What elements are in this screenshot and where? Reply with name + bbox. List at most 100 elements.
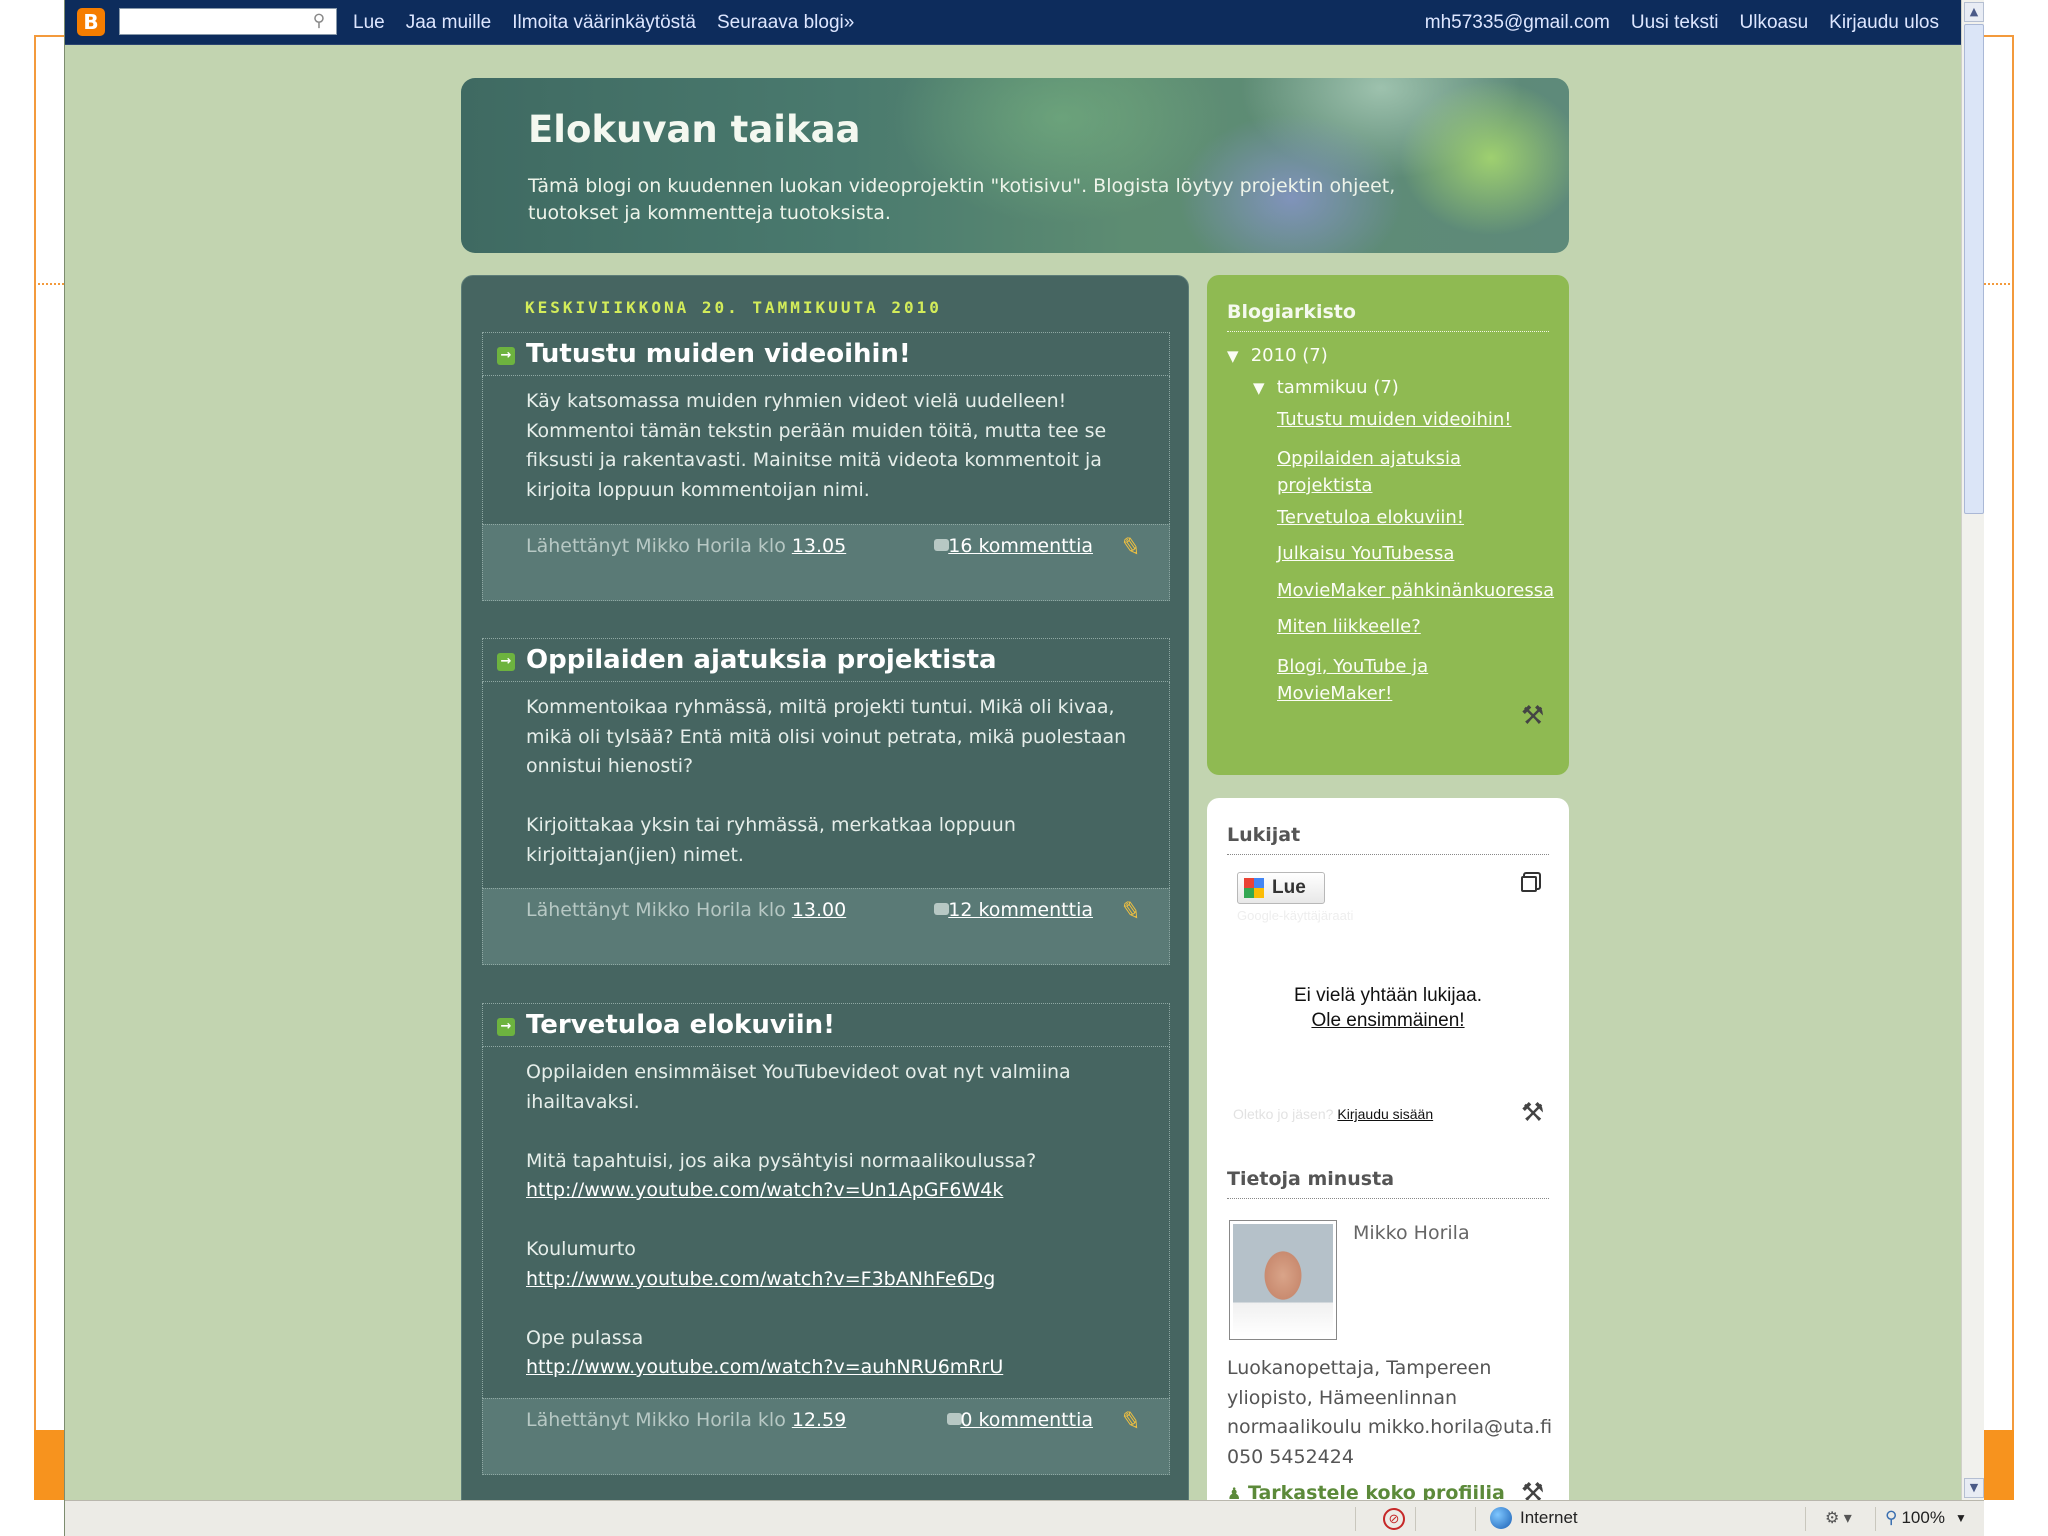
edit-pencil-icon[interactable]: ✎ — [1119, 1405, 1144, 1436]
nav-link-share[interactable]: Jaa muille — [406, 12, 492, 34]
archive-post-link[interactable]: Blogi, YouTube ja MovieMaker! — [1277, 653, 1477, 707]
profile-name: Mikko Horila — [1353, 1222, 1470, 1244]
post-footer: Lähettänyt Mikko Horila klo 12.59 0 komme… — [482, 1398, 1170, 1475]
post-title-bar: → Tutustu muiden videoihin! — [482, 332, 1170, 376]
archive-post-link[interactable]: Tutustu muiden videoihin! — [1277, 409, 1511, 430]
archive-post-link[interactable]: Miten liikkeelle? — [1277, 616, 1421, 637]
wrench-screwdriver-icon[interactable]: ⚒ — [1521, 701, 1544, 731]
triangle-down-icon[interactable]: ▼ — [1227, 347, 1245, 365]
follow-subtext: Google-käyttäjäraati — [1237, 908, 1354, 923]
google-logo-icon — [1244, 878, 1264, 898]
frame-dotted-left — [34, 283, 64, 285]
comments-link[interactable]: 12 kommenttia — [948, 899, 1093, 921]
post-paragraph: Kirjoittakaa yksin tai ryhmässä, merkatk… — [526, 814, 1016, 866]
archive-month[interactable]: ▼ tammikuu (7) — [1253, 377, 1399, 398]
sign-in-link[interactable]: Kirjaudu sisään — [1337, 1106, 1433, 1122]
vertical-scrollbar[interactable]: ▲ ▼ — [1961, 0, 1984, 1500]
profile-face — [1233, 1224, 1333, 1336]
scroll-thumb[interactable] — [1964, 24, 1984, 514]
scroll-up-arrow-icon[interactable]: ▲ — [1964, 2, 1984, 22]
security-zone-label: Internet — [1520, 1508, 1578, 1527]
scroll-down-arrow-icon[interactable]: ▼ — [1964, 1478, 1984, 1498]
post-title-bar: → Oppilaiden ajatuksia projektista — [482, 638, 1170, 682]
youtube-link-1[interactable]: http://www.youtube.com/watch?v=Un1ApGF6W… — [526, 1179, 1003, 1201]
edit-pencil-icon[interactable]: ✎ — [1119, 531, 1144, 562]
blog-search-input[interactable] — [119, 8, 337, 35]
popout-icon[interactable] — [1521, 876, 1537, 892]
user-email: mh57335@gmail.com — [1424, 11, 1610, 33]
archive-month-label[interactable]: tammikuu — [1277, 377, 1368, 398]
archive-year[interactable]: ▼ 2010 (7) — [1227, 345, 1328, 366]
post-title[interactable]: Oppilaiden ajatuksia projektista — [526, 645, 997, 675]
post-footer: Lähettänyt Mikko Horila klo 13.00 12 komm… — [482, 888, 1170, 965]
nav-link-next-blog[interactable]: Seuraava blogi» — [717, 12, 854, 34]
nav-link-report-abuse[interactable]: Ilmoita väärinkäytöstä — [512, 12, 696, 34]
archive-month-count: (7) — [1373, 377, 1399, 398]
comment-icon — [934, 903, 949, 915]
navbar-links: Lue Jaa muille Ilmoita väärinkäytöstä Se… — [353, 0, 875, 45]
blog-header: Elokuvan taikaa Tämä blogi on kuudennen … — [461, 78, 1569, 253]
post-time-link[interactable]: 13.00 — [792, 899, 846, 921]
orange-bar-left — [34, 1430, 64, 1500]
youtube-link-2[interactable]: http://www.youtube.com/watch?v=F3bANhFe6… — [526, 1268, 995, 1290]
post-paragraph: Oppilaiden ensimmäiset YouTubevideot ova… — [526, 1061, 1071, 1113]
post-title[interactable]: Tervetuloa elokuviin! — [526, 1010, 835, 1040]
post-arrow-icon: → — [497, 347, 515, 365]
youtube-link-3[interactable]: http://www.youtube.com/watch?v=auhNRU6mR… — [526, 1356, 1003, 1378]
archive-title: Blogiarkisto — [1227, 301, 1549, 332]
follow-button[interactable]: Lue — [1237, 872, 1325, 904]
post-meta: Lähettänyt Mikko Horila klo 13.05 — [526, 535, 846, 557]
post-title-bar: → Tervetuloa elokuviin! — [482, 1003, 1170, 1047]
magnifier-icon: ⚲ — [1885, 1508, 1898, 1527]
blogger-navbar: B ⚲ Lue Jaa muille Ilmoita väärinkäytöst… — [65, 0, 1961, 45]
browser-window: B ⚲ Lue Jaa muille Ilmoita väärinkäytöst… — [64, 0, 1984, 1536]
comment-icon — [934, 539, 949, 551]
archive-year-count: (7) — [1302, 345, 1328, 366]
zoom-control[interactable]: ⚲ 100% ▼ — [1885, 1508, 1967, 1528]
post-author: Lähettänyt Mikko Horila klo — [526, 899, 786, 921]
nav-link-design[interactable]: Ulkoasu — [1740, 12, 1809, 34]
post-footer: Lähettänyt Mikko Horila klo 13.05 16 komm… — [482, 524, 1170, 601]
search-icon[interactable]: ⚲ — [309, 11, 329, 31]
post-paragraph: Kommentoikaa ryhmässä, miltä projekti tu… — [526, 696, 1127, 777]
chevron-down-icon[interactable]: ▼ — [1955, 1511, 1967, 1525]
frame-dotted-right — [1984, 283, 2014, 285]
follow-button-label: Lue — [1272, 877, 1306, 898]
post-paragraph: Koulumurto — [526, 1238, 636, 1260]
wrench-screwdriver-icon[interactable]: ⚒ — [1521, 1098, 1544, 1128]
nav-link-follow[interactable]: Lue — [353, 12, 385, 34]
archive-post-link[interactable]: MovieMaker pähkinänkuoressa — [1277, 580, 1554, 601]
archive-post-link[interactable]: Oppilaiden ajatuksia projektista — [1277, 445, 1547, 499]
sidebar-white-widgets: Lukijat Lue Google-käyttäjäraati Ei viel… — [1207, 798, 1569, 1518]
security-zone[interactable]: Internet — [1490, 1507, 1578, 1529]
nav-link-new-post[interactable]: Uusi teksti — [1631, 12, 1719, 34]
post-body: Käy katsomassa muiden ryhmien videot vie… — [482, 376, 1170, 524]
post-author: Lähettänyt Mikko Horila klo — [526, 535, 786, 557]
zoom-level: 100% — [1901, 1508, 1945, 1527]
post-time-link[interactable]: 13.05 — [792, 535, 846, 557]
archive-post-link[interactable]: Julkaisu YouTubessa — [1277, 543, 1454, 564]
post-title[interactable]: Tutustu muiden videoihin! — [526, 339, 911, 369]
archive-post-link[interactable]: Tervetuloa elokuviin! — [1277, 507, 1464, 528]
frame-left — [34, 35, 64, 1500]
blocked-popup-icon[interactable]: ⊘ — [1383, 1508, 1405, 1530]
be-first-link[interactable]: Ole ensimmäinen! — [1311, 1010, 1464, 1031]
post-time-link[interactable]: 12.59 — [792, 1409, 846, 1431]
comments-link[interactable]: 0 kommenttia — [960, 1409, 1093, 1431]
post-meta: Lähettänyt Mikko Horila klo 13.00 — [526, 899, 846, 921]
edit-pencil-icon[interactable]: ✎ — [1119, 895, 1144, 926]
triangle-down-icon[interactable]: ▼ — [1253, 379, 1271, 397]
no-followers-message: Ei vielä yhtään lukijaa. Ole ensimmäinen… — [1207, 983, 1569, 1033]
post-body: Kommentoikaa ryhmässä, miltä projekti tu… — [482, 682, 1170, 888]
protected-mode-icon[interactable]: ⚙ ▾ — [1825, 1508, 1852, 1528]
blog-title[interactable]: Elokuvan taikaa — [528, 108, 861, 151]
status-divider — [1415, 1507, 1416, 1531]
navbar-user-area: mh57335@gmail.com Uusi teksti Ulkoasu Ki… — [1425, 0, 1939, 45]
nav-link-sign-out[interactable]: Kirjaudu ulos — [1829, 12, 1939, 34]
blogger-logo-icon[interactable]: B — [77, 8, 105, 36]
comments-link[interactable]: 16 kommenttia — [948, 535, 1093, 557]
profile-photo[interactable] — [1229, 1220, 1337, 1340]
post-body: Oppilaiden ensimmäiset YouTubevideot ova… — [482, 1047, 1170, 1398]
archive-year-label[interactable]: 2010 — [1251, 345, 1297, 366]
about-title: Tietoja minusta — [1227, 1168, 1549, 1199]
